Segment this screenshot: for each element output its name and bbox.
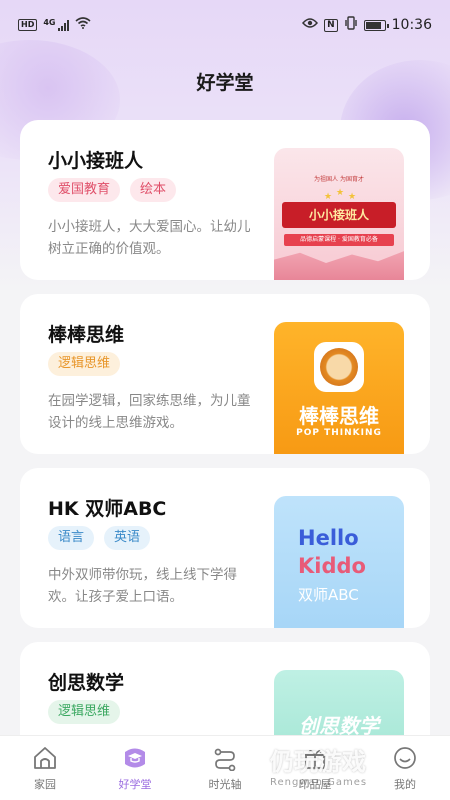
lion-logo-icon <box>314 342 364 392</box>
tag: 爱国教育 <box>48 178 121 202</box>
course-title: HK 双师ABC <box>48 498 167 520</box>
tab-label: 时光轴 <box>208 778 242 791</box>
course-list: 小小接班人 爱国教育 绘本 小小接班人，大大爱国心。让幼儿树立正确的价值观。 为… <box>20 120 430 800</box>
course-title: 棒棒思维 <box>48 324 125 346</box>
star-icon: ★ <box>336 188 345 198</box>
thumb-subtitle: 品德启蒙课程 · 爱国教育必备 <box>284 234 394 246</box>
course-description: 中外双师带你玩，线上线下学得欢。让孩子爱上口语。 <box>48 567 237 605</box>
course-description: 小小接班人，大大爱国心。让幼儿树立正确的价值观。 <box>48 219 251 257</box>
course-card[interactable]: 小小接班人 爱国教育 绘本 小小接班人，大大爱国心。让幼儿树立正确的价值观。 为… <box>20 120 430 280</box>
great-wall-illustration <box>274 251 404 280</box>
tag: 英语 <box>104 526 151 550</box>
course-card[interactable]: 棒棒思维 逻辑思维 在园学逻辑，回家练思维，为儿童设计的线上思维游戏。 棒棒思维… <box>20 294 430 454</box>
tag: 逻辑思维 <box>48 352 121 376</box>
eye-icon <box>302 17 319 33</box>
thumb-title: Kiddo <box>298 554 366 578</box>
tab-label: 好学堂 <box>118 778 152 791</box>
tab-timeline[interactable]: 时光轴 <box>185 744 265 792</box>
course-card[interactable]: HK 双师ABC 语言 英语 中外双师带你玩，线上线下学得欢。让孩子爱上口语。 … <box>20 468 430 628</box>
tag-list: 爱国教育 绘本 <box>48 178 177 202</box>
star-icon: ★ <box>348 192 357 202</box>
tag-list: 语言 英语 <box>48 526 151 550</box>
thumb-banner: 小小接班人 <box>282 202 396 228</box>
battery-icon <box>363 19 389 31</box>
course-thumbnail: 为祖国人 为国育才 ★ ★ ★ 小小接班人 品德启蒙课程 · 爱国教育必备 <box>274 148 404 280</box>
watermark-text: 仍玩游戏 <box>270 748 366 776</box>
status-bar: HD 4G N 10:36 <box>0 0 450 50</box>
hd-badge: HD <box>18 19 38 31</box>
star-icon: ★ <box>324 192 333 202</box>
timeline-icon <box>211 744 239 772</box>
thumb-title: Hello <box>298 526 359 550</box>
watermark: 仍玩游戏 Rengwan Games <box>270 742 440 792</box>
tag: 语言 <box>48 526 95 550</box>
page-title: 好学堂 <box>196 72 254 94</box>
tag-list: 逻辑思维 <box>48 700 121 724</box>
thumb-caption: 为祖国人 为国育才 <box>314 176 364 183</box>
tag: 绘本 <box>130 178 177 202</box>
thumb-subtitle: 双师ABC <box>298 586 359 604</box>
thumb-subtitle: POP THINKING <box>296 428 382 438</box>
vibrate-icon <box>344 16 358 34</box>
course-title: 小小接班人 <box>48 150 144 172</box>
clock: 10:36 <box>391 17 432 33</box>
nfc-icon: N <box>324 18 338 32</box>
wifi-icon <box>75 17 92 33</box>
tag: 逻辑思维 <box>48 700 121 724</box>
home-icon <box>31 744 59 772</box>
tab-home[interactable]: 家园 <box>5 744 85 792</box>
course-title: 创思数学 <box>48 672 125 694</box>
signal-icon <box>58 19 70 31</box>
watermark-subtext: Rengwan Games <box>270 777 368 788</box>
course-thumbnail: Hello Kiddo 双师ABC <box>274 496 404 628</box>
tab-label: 家园 <box>34 778 56 791</box>
thumb-title: 棒棒思维 <box>299 404 379 428</box>
network-type: 4G <box>43 17 56 27</box>
tag-list: 逻辑思维 <box>48 352 121 376</box>
course-thumbnail: 棒棒思维 POP THINKING <box>274 322 404 454</box>
tab-school[interactable]: 好学堂 <box>95 744 175 792</box>
course-description: 在园学逻辑，回家练思维，为儿童设计的线上思维游戏。 <box>48 393 251 431</box>
graduation-cap-icon <box>121 744 149 772</box>
